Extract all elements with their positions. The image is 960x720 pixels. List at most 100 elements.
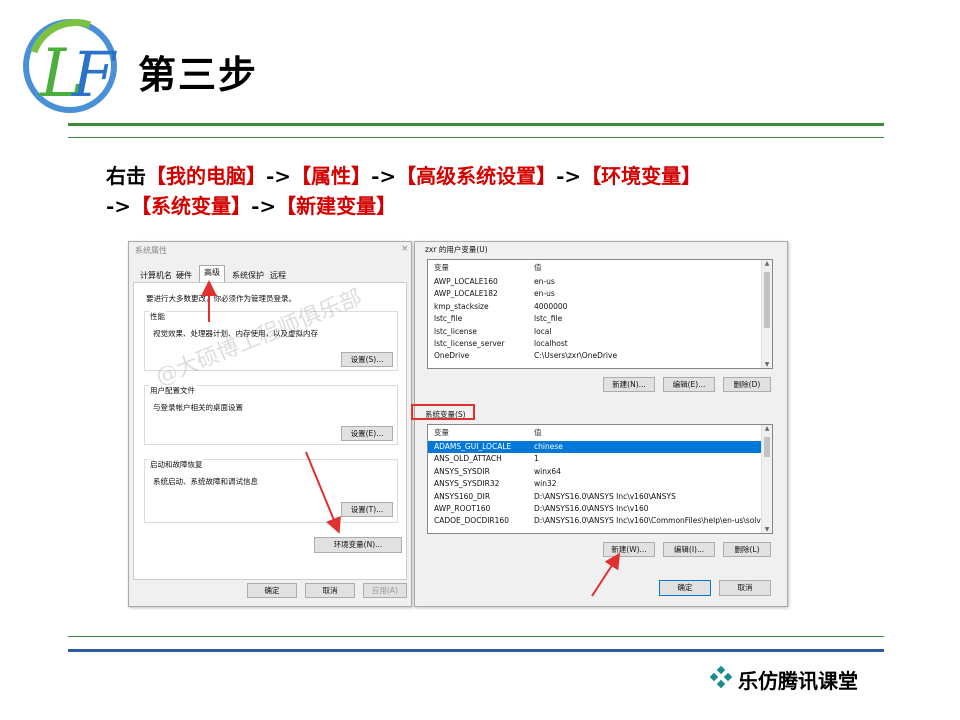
column-header-value[interactable]: 值: [534, 427, 542, 439]
lf-logo: L F: [23, 19, 117, 113]
scrollbar-thumb[interactable]: [764, 272, 770, 328]
var-value: C:\Users\zxr\OneDrive: [534, 351, 618, 361]
ok-button[interactable]: 确定: [247, 583, 297, 598]
var-name: ANSYS_SYSDIR32: [434, 479, 500, 489]
instr-step-new-var: 【新建变量】: [276, 194, 397, 218]
instr-step-advanced: 【高级系统设置】: [396, 164, 557, 188]
instr-arrow: ->: [371, 164, 397, 188]
table-row[interactable]: AWP_ROOT160 D:\ANSYS16.0\ANSYS Inc\v160: [428, 503, 762, 515]
group-label: 启动和故障恢复: [149, 459, 204, 470]
footer-divider-thin: [68, 636, 884, 637]
table-row[interactable]: lstc_license local: [428, 326, 762, 338]
scroll-down-icon[interactable]: ▼: [762, 361, 772, 368]
var-value: chinese: [534, 442, 563, 451]
var-name: AWP_LOCALE160: [434, 277, 498, 286]
table-row[interactable]: ANS_OLD_ATTACH 1: [428, 453, 762, 465]
scrollbar-thumb[interactable]: [764, 437, 770, 457]
header-divider-thin: [68, 137, 884, 138]
environment-variables-dialog: zxr 的用户变量(U) 变量 值 AWP_LOCALE160 en-us AWP_…: [414, 241, 788, 607]
system-delete-button[interactable]: 删除(L): [723, 542, 771, 557]
var-value: D:\ANSYS16.0\ANSYS Inc\v160\ANSYS: [534, 491, 676, 501]
user-vars-label: zxr 的用户变量(U): [425, 245, 488, 254]
table-row[interactable]: ADAMS_GUI_LOCALE chinese: [428, 441, 762, 454]
user-delete-button[interactable]: 删除(D): [723, 377, 771, 392]
instr-arrow: ->: [266, 164, 292, 188]
footer-brand: 乐仿腾讯课堂: [738, 669, 858, 693]
startup-recovery-group: 启动和故障恢复 系统启动、系统故障和调试信息 设置(T)...: [144, 459, 398, 523]
table-row[interactable]: OneDrive C:\Users\zxr\OneDrive: [428, 350, 762, 362]
table-row[interactable]: ANSYS160_DIR D:\ANSYS16.0\ANSYS Inc\v160\…: [428, 491, 762, 503]
table-row[interactable]: ANSYS_SYSDIR winx64: [428, 466, 762, 478]
system-new-button[interactable]: 新建(W)...: [603, 542, 655, 557]
var-name: lstc_file: [434, 314, 463, 324]
table-row[interactable]: lstc_file lstc_file: [428, 313, 762, 325]
var-value: D:\ANSYS16.0\ANSYS Inc\v160\CommonFiles\…: [534, 516, 768, 526]
footer-divider: [68, 649, 884, 652]
var-name: AWP_ROOT160: [434, 504, 491, 513]
var-name: ANS_OLD_ATTACH: [434, 454, 502, 464]
cancel-button[interactable]: 取消: [719, 580, 771, 596]
scroll-up-icon[interactable]: ▲: [762, 425, 772, 432]
cancel-button[interactable]: 取消: [305, 583, 355, 598]
column-header-value[interactable]: 值: [534, 262, 542, 274]
instr-text: 右击: [106, 164, 146, 188]
var-name: OneDrive: [434, 351, 470, 361]
var-value: en-us: [534, 289, 555, 299]
system-edit-button[interactable]: 编辑(I)...: [663, 542, 715, 557]
var-value: local: [534, 326, 552, 336]
var-value: en-us: [534, 277, 555, 286]
var-value: 1: [534, 454, 539, 464]
table-row[interactable]: AWP_LOCALE182 en-us: [428, 288, 762, 300]
list-header: 变量 值: [428, 262, 762, 274]
diamond-cluster-icon: [710, 666, 732, 688]
scroll-down-icon[interactable]: ▼: [762, 526, 772, 533]
performance-settings-button[interactable]: 设置(S)...: [341, 352, 393, 367]
table-row[interactable]: kmp_stacksize 4000000: [428, 301, 762, 313]
var-value: 4000000: [534, 301, 568, 311]
user-edit-button[interactable]: 编辑(E)...: [663, 377, 715, 392]
table-row[interactable]: lstc_license_server localhost: [428, 338, 762, 350]
var-value: lstc_file: [534, 314, 563, 324]
dialog-title: 系统属性: [135, 246, 167, 255]
user-vars-scrollbar[interactable]: ▲ ▼: [761, 260, 772, 368]
tab-advanced[interactable]: 高级: [199, 265, 225, 283]
environment-variables-button[interactable]: 环境变量(N)...: [314, 537, 402, 553]
system-vars-list[interactable]: 变量 值 ADAMS_GUI_LOCALE chinese ANS_OLD_ATTA…: [427, 424, 773, 534]
instr-step-env-vars: 【环境变量】: [581, 164, 702, 188]
admin-note: 要进行大多数更改，你必须作为管理员登录。: [146, 294, 296, 303]
scroll-up-icon[interactable]: ▲: [762, 260, 772, 267]
table-row[interactable]: ANSYS_SYSDIR32 win32: [428, 478, 762, 490]
group-desc: 与登录帐户相关的桌面设置: [153, 403, 243, 412]
startup-settings-button[interactable]: 设置(T)...: [341, 502, 393, 517]
list-header: 变量 值: [428, 427, 762, 439]
var-name: AWP_LOCALE182: [434, 289, 498, 299]
instr-arrow: ->: [251, 194, 277, 218]
instr-arrow: ->: [106, 194, 132, 218]
var-value: win32: [534, 479, 557, 489]
instruction-line-2: ->【系统变量】->【新建变量】: [106, 190, 396, 219]
system-vars-scrollbar[interactable]: ▲ ▼: [761, 425, 772, 533]
user-vars-list[interactable]: 变量 值 AWP_LOCALE160 en-us AWP_LOCALE182 en-u…: [427, 259, 773, 369]
var-value: D:\ANSYS16.0\ANSYS Inc\v160: [534, 504, 649, 513]
var-name: kmp_stacksize: [434, 301, 489, 311]
ok-button[interactable]: 确定: [659, 580, 711, 596]
apply-button[interactable]: 应用(A): [363, 583, 407, 598]
column-header-name[interactable]: 变量: [434, 427, 449, 439]
column-header-name[interactable]: 变量: [434, 262, 449, 274]
table-row[interactable]: AWP_LOCALE160 en-us: [428, 276, 762, 288]
system-vars-highlight-box: [411, 404, 475, 420]
close-icon[interactable]: ×: [401, 244, 409, 254]
var-name: ADAMS_GUI_LOCALE: [434, 442, 512, 451]
var-name: CADOE_DOCDIR160: [434, 516, 509, 526]
var-value: localhost: [534, 339, 568, 348]
table-row[interactable]: CADOE_DOCDIR160 D:\ANSYS16.0\ANSYS Inc\v1…: [428, 515, 767, 527]
slide-title: 第三步: [138, 53, 259, 97]
user-new-button[interactable]: 新建(N)...: [603, 377, 655, 392]
user-profiles-group: 用户配置文件 与登录帐户相关的桌面设置 设置(E)...: [144, 385, 398, 445]
user-profiles-settings-button[interactable]: 设置(E)...: [341, 426, 393, 441]
group-label: 性能: [149, 311, 166, 322]
logo-letter-f: F: [71, 38, 117, 111]
instr-step-system-vars: 【系统变量】: [131, 194, 252, 218]
group-desc: 系统启动、系统故障和调试信息: [153, 477, 258, 486]
system-properties-dialog: 系统属性 × 计算机名 硬件 高级 系统保护 远程 要进行大多数更改，你必须作为…: [128, 241, 412, 607]
